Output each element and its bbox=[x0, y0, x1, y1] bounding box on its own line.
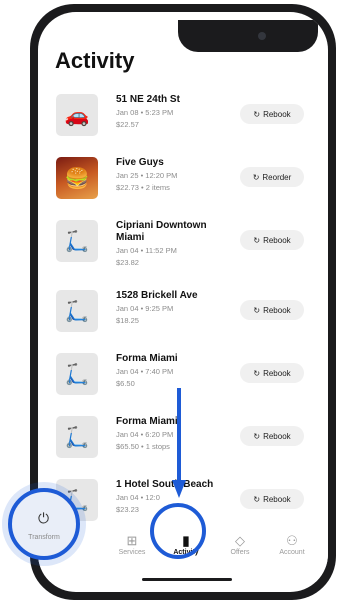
tab-label: Offers bbox=[230, 549, 250, 556]
button-label: Rebook bbox=[263, 368, 291, 378]
item-price: $23.82 bbox=[116, 258, 139, 267]
arrow-down-icon bbox=[172, 388, 186, 498]
refresh-icon: ↻ bbox=[253, 109, 261, 119]
person-icon: ⚇ bbox=[286, 533, 298, 548]
item-name: Cipriani Downtown Miami bbox=[116, 220, 207, 243]
list-item[interactable]: 🛴 Cipriani Downtown Miami Jan 04 • 11:52… bbox=[50, 214, 316, 284]
highlight-circle bbox=[150, 503, 206, 559]
camera-icon bbox=[258, 32, 266, 40]
refresh-icon: ↻ bbox=[253, 494, 261, 504]
item-date: Jan 08 • 5:23 PM bbox=[116, 108, 174, 117]
reorder-button[interactable]: ↻ Reorder bbox=[240, 167, 304, 187]
rebook-button[interactable]: ↻ Rebook bbox=[240, 300, 304, 320]
item-date: Jan 04 • 12:0 bbox=[116, 493, 160, 502]
button-label: Rebook bbox=[263, 109, 291, 119]
refresh-icon: ↻ bbox=[253, 305, 261, 315]
rebook-button[interactable]: ↻ Rebook bbox=[240, 489, 304, 509]
food-photo-icon: 🍔 bbox=[56, 157, 98, 199]
item-name: Forma Miami bbox=[116, 353, 178, 364]
scooter-icon: 🛴 bbox=[56, 353, 98, 395]
list-item[interactable]: 🛴 1528 Brickell Ave Jan 04 • 9:25 PM $18… bbox=[50, 284, 316, 347]
tag-icon: ◇ bbox=[235, 533, 245, 548]
item-price: $23.23 bbox=[116, 505, 139, 514]
tab-label: Services bbox=[118, 549, 146, 556]
scooter-icon: 🛴 bbox=[56, 416, 98, 458]
tab-offers[interactable]: ◇ Offers bbox=[212, 533, 268, 556]
item-date: Jan 04 • 6:20 PM bbox=[116, 430, 174, 439]
list-item[interactable]: 🍔 Five Guys Jan 25 • 12:20 PM $22.73 • 2… bbox=[50, 151, 316, 214]
item-date: Jan 04 • 9:25 PM bbox=[116, 304, 174, 313]
page-title: Activity bbox=[55, 48, 135, 73]
tab-label: Account bbox=[279, 549, 305, 556]
scooter-icon: 🛴 bbox=[56, 290, 98, 332]
item-name: 1528 Brickell Ave bbox=[116, 290, 198, 301]
tab-account[interactable]: ⚇ Account bbox=[264, 533, 320, 556]
item-name: Five Guys bbox=[116, 157, 164, 168]
home-indicator bbox=[142, 578, 232, 581]
refresh-icon: ↻ bbox=[253, 235, 261, 245]
tab-label: Transform bbox=[28, 534, 60, 541]
item-price: $22.57 bbox=[116, 120, 139, 129]
item-price: $65.50 • 1 stops bbox=[116, 442, 170, 451]
button-label: Rebook bbox=[263, 494, 291, 504]
rebook-button[interactable]: ↻ Rebook bbox=[240, 230, 304, 250]
item-price: $18.25 bbox=[116, 316, 139, 325]
tab-transform[interactable]: ⏻ Transform bbox=[8, 488, 80, 560]
scooter-icon: 🛴 bbox=[56, 220, 98, 262]
refresh-icon: ↻ bbox=[252, 172, 260, 182]
item-name: 51 NE 24th St bbox=[116, 94, 180, 105]
item-price: $6.50 bbox=[116, 379, 135, 388]
refresh-icon: ↻ bbox=[253, 368, 261, 378]
item-date: Jan 04 • 7:40 PM bbox=[116, 367, 174, 376]
rebook-button[interactable]: ↻ Rebook bbox=[240, 426, 304, 446]
item-date: Jan 04 • 11:52 PM bbox=[116, 246, 177, 255]
rebook-button[interactable]: ↻ Rebook bbox=[240, 104, 304, 124]
rebook-button[interactable]: ↻ Rebook bbox=[240, 363, 304, 383]
button-label: Reorder bbox=[262, 172, 292, 182]
refresh-icon: ↻ bbox=[253, 431, 261, 441]
item-price: $22.73 • 2 items bbox=[116, 183, 170, 192]
list-item[interactable]: 🚗 51 NE 24th St Jan 08 • 5:23 PM $22.57 … bbox=[50, 88, 316, 151]
power-icon: ⏻ bbox=[38, 510, 50, 526]
car-icon: 🚗 bbox=[56, 94, 98, 136]
button-label: Rebook bbox=[263, 235, 291, 245]
notch bbox=[178, 20, 318, 52]
button-label: Rebook bbox=[263, 431, 291, 441]
button-label: Rebook bbox=[263, 305, 291, 315]
item-date: Jan 25 • 12:20 PM bbox=[116, 171, 178, 180]
